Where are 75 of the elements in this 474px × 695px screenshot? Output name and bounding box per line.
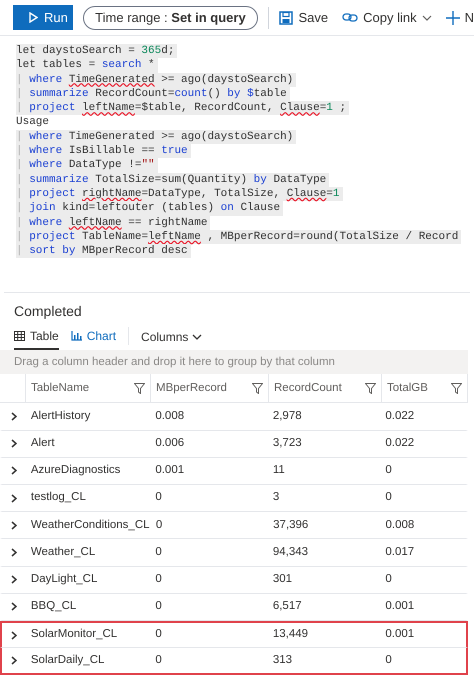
- table-cell-text: 301: [272, 572, 294, 588]
- copy-link-button[interactable]: Copy link: [342, 8, 432, 28]
- expand-chevron-icon[interactable]: [10, 520, 17, 530]
- filter-icon: [365, 382, 376, 394]
- table-cell-text: 0: [154, 653, 163, 668]
- table-cell-text: 0: [154, 572, 163, 588]
- columns-dropdown[interactable]: Columns: [141, 324, 202, 350]
- plus-icon: [446, 10, 460, 24]
- table-cell-text: 0.001: [384, 627, 416, 642]
- table-cell-text: 0: [154, 490, 163, 506]
- table-cell-text: 0.001: [384, 599, 416, 614]
- chart-tab[interactable]: Chart: [70, 324, 116, 350]
- column-header[interactable]: TotalGB: [382, 374, 468, 402]
- grid-icon: [14, 331, 25, 342]
- column-header[interactable]: TableName: [26, 374, 151, 402]
- table-cell-text: 37,396: [272, 518, 310, 533]
- table-cell-text: 0.006: [154, 436, 186, 452]
- table-cell-text: 313: [272, 653, 294, 668]
- save-icon: [278, 10, 292, 24]
- chevron-down-icon: [422, 14, 432, 20]
- table-cell-text: SolarDaily_CL: [30, 653, 106, 668]
- expand-chevron-icon[interactable]: [10, 656, 17, 666]
- table-cell-text: 0.001: [154, 463, 186, 478]
- table-cell-text: WeatherConditions_CL: [30, 518, 151, 533]
- chevron-down-icon: [192, 334, 202, 340]
- table-cell-text: 6,517: [272, 599, 303, 614]
- table-cell-text: 0.008: [154, 408, 186, 424]
- table-cell-text: 0: [154, 518, 164, 533]
- table-cell-text: Weather_CL: [30, 544, 96, 560]
- run-button[interactable]: Run: [13, 5, 74, 30]
- table-cell-text: SolarMonitor_CL: [30, 627, 118, 642]
- new-button[interactable]: N: [446, 8, 474, 28]
- status-text: Completed: [13, 302, 83, 322]
- table-cell-text: AlertHistory: [30, 408, 92, 424]
- table-cell-text: 3,723: [272, 436, 303, 452]
- filter-icon: [451, 382, 462, 394]
- expand-chevron-icon[interactable]: [10, 630, 17, 640]
- table-cell-text: 0: [384, 463, 393, 478]
- save-button[interactable]: Save: [278, 8, 328, 28]
- table-cell-text: 0.017: [384, 544, 416, 560]
- table-cell-text: testlog_CL: [30, 490, 87, 506]
- table-cell-text: AzureDiagnostics: [30, 463, 122, 478]
- table-cell-text: 13,449: [272, 627, 310, 642]
- table-cell-text: DayLight_CL: [30, 572, 98, 588]
- bar-chart-icon: [70, 331, 82, 342]
- table-cell-text: 0: [154, 544, 163, 560]
- table-cell-text: 0: [154, 627, 163, 642]
- table-cell-text: 11: [272, 463, 286, 478]
- table-cell-text: 0.022: [384, 436, 416, 452]
- table-cell-text: 0: [384, 490, 393, 506]
- group-by-hint: Drag a column header and drop it here to group by that column: [0, 350, 468, 374]
- filter-icon: [252, 382, 263, 394]
- link-icon: [342, 12, 358, 23]
- filter-icon: [134, 382, 145, 394]
- expand-chevron-icon[interactable]: [10, 602, 17, 612]
- play-icon: [29, 12, 38, 23]
- expand-chevron-icon[interactable]: [10, 412, 17, 422]
- table-cell-text: BBQ_CL: [30, 599, 78, 614]
- expand-chevron-icon[interactable]: [10, 466, 17, 476]
- time-range-button[interactable]: Time range : Set in query: [83, 6, 258, 30]
- table-cell-text: 94,343: [272, 544, 310, 560]
- table-cell-text: 0.008: [384, 518, 416, 533]
- table-cell-text: 2,978: [272, 408, 303, 424]
- column-header[interactable]: RecordCount: [269, 374, 382, 402]
- expand-chevron-icon[interactable]: [10, 548, 17, 557]
- table-cell-text: 3: [272, 490, 280, 506]
- table-cell-text: 0: [154, 599, 163, 614]
- table-cell-text: 0: [384, 653, 393, 668]
- expand-chevron-icon[interactable]: [10, 575, 17, 584]
- expand-chevron-icon[interactable]: [10, 439, 17, 448]
- column-header[interactable]: MBperRecord: [151, 374, 269, 402]
- table-cell-text: 0.022: [384, 408, 416, 424]
- expand-chevron-icon[interactable]: [10, 494, 17, 503]
- table-cell-text: 0: [384, 572, 393, 588]
- table-cell-text: Alert: [30, 436, 56, 452]
